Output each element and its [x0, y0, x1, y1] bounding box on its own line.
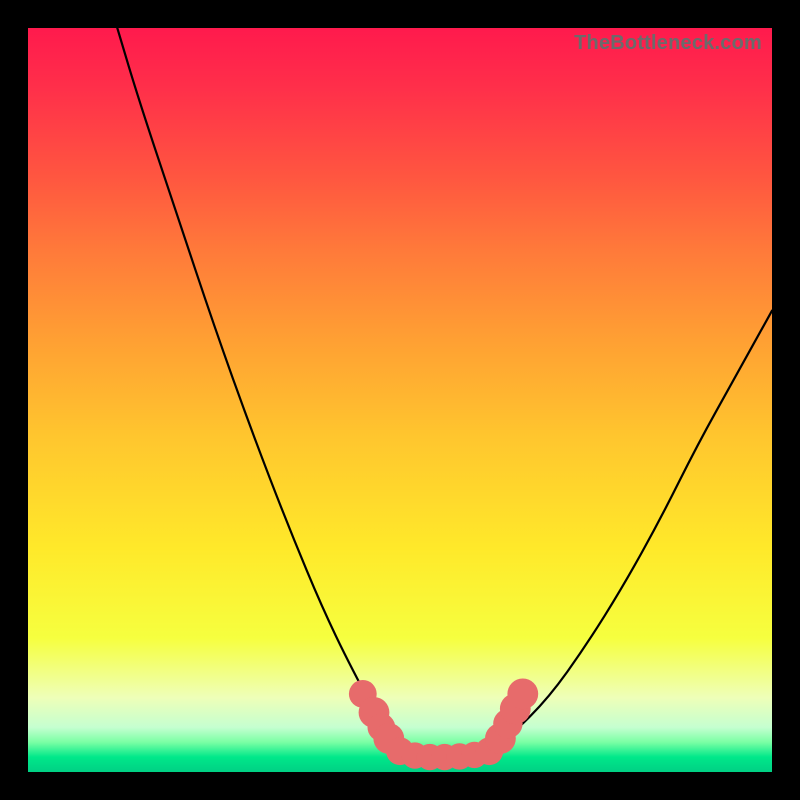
plot-area: TheBottleneck.com — [28, 28, 772, 772]
curve-left-branch — [117, 28, 400, 750]
chart-frame: TheBottleneck.com — [0, 0, 800, 800]
marker-group — [349, 679, 538, 771]
highlight-marker — [507, 679, 538, 710]
chart-overlay — [28, 28, 772, 772]
